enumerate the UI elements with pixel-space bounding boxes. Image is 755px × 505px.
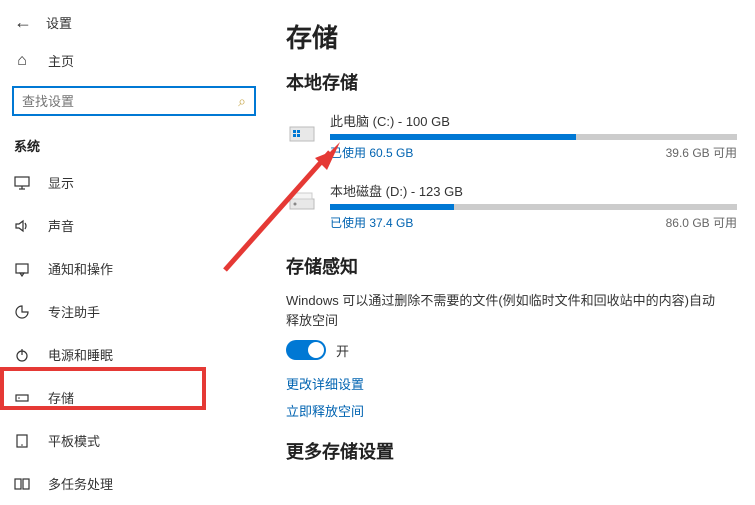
sidebar-item-label: 多任务处理 <box>48 474 113 493</box>
drive-usage-bar <box>330 134 737 140</box>
toggle-row: 开 <box>286 340 739 360</box>
storage-sense-toggle[interactable] <box>286 340 326 360</box>
main-panel: 存储 本地存储 此电脑 (C:) - 100 GB 已使用 60.5 GB 39.6… <box>268 0 755 500</box>
sidebar-item-notify[interactable]: 通知和操作 <box>0 247 268 290</box>
search-icon: ⌕ <box>238 93 254 110</box>
drive-body: 此电脑 (C:) - 100 GB 已使用 60.5 GB 39.6 GB 可用 <box>330 111 737 161</box>
storage-sense-desc: Windows 可以通过删除不需要的文件(例如临时文件和回收站中的内容)自动释放… <box>286 291 716 330</box>
link-change-settings[interactable]: 更改详细设置 <box>286 374 739 393</box>
drive-free-label: 86.0 GB 可用 <box>666 214 737 231</box>
sidebar-item-label: 专注助手 <box>48 302 100 321</box>
drive-footer: 已使用 37.4 GB 86.0 GB 可用 <box>330 214 737 231</box>
sidebar-item-display[interactable]: 显示 <box>0 161 268 204</box>
drive-used-label: 已使用 37.4 GB <box>330 214 413 231</box>
header-row: ← 设置 <box>0 8 268 41</box>
drive-free-label: 39.6 GB 可用 <box>666 144 737 161</box>
drive-used-label: 已使用 60.5 GB <box>330 144 413 161</box>
home-label: 主页 <box>48 51 74 70</box>
storage-icon <box>14 390 30 406</box>
drive-icon <box>286 183 318 215</box>
sidebar-item-focus[interactable]: 专注助手 <box>0 290 268 333</box>
sidebar-item-label: 电源和睡眠 <box>48 345 113 364</box>
focus-icon <box>14 304 30 320</box>
drive-row[interactable]: 本地磁盘 (D:) - 123 GB 已使用 37.4 GB 86.0 GB 可用 <box>286 177 739 239</box>
sidebar-item-label: 显示 <box>48 173 74 192</box>
sidebar-item-label: 存储 <box>48 388 74 407</box>
sidebar-item-label: 声音 <box>48 216 74 235</box>
drive-footer: 已使用 60.5 GB 39.6 GB 可用 <box>330 144 737 161</box>
back-arrow-icon[interactable]: ← <box>14 12 32 33</box>
settings-title: 设置 <box>46 13 72 32</box>
tablet-icon <box>14 433 30 449</box>
notify-icon <box>14 261 30 277</box>
search-input[interactable] <box>14 94 238 109</box>
link-free-space[interactable]: 立即释放空间 <box>286 401 739 420</box>
sidebar-item-power[interactable]: 电源和睡眠 <box>0 333 268 376</box>
sidebar-item-sound[interactable]: 声音 <box>0 204 268 247</box>
drive-row[interactable]: 此电脑 (C:) - 100 GB 已使用 60.5 GB 39.6 GB 可用 <box>286 107 739 169</box>
nav-list: 显示声音通知和操作专注助手电源和睡眠存储平板模式多任务处理 <box>0 161 268 505</box>
more-storage-title: 更多存储设置 <box>286 438 739 464</box>
home-icon: ⌂ <box>14 52 30 70</box>
multitask-icon <box>14 476 30 492</box>
toggle-label: 开 <box>336 341 349 360</box>
sound-icon <box>14 218 30 234</box>
local-storage-title: 本地存储 <box>286 69 739 95</box>
search-box[interactable]: ⌕ <box>12 86 256 116</box>
section-label: 系统 <box>0 128 268 161</box>
drive-usage-bar <box>330 204 737 210</box>
drive-name: 此电脑 (C:) - 100 GB <box>330 111 737 130</box>
drives-list: 此电脑 (C:) - 100 GB 已使用 60.5 GB 39.6 GB 可用本地… <box>286 107 739 239</box>
home-nav[interactable]: ⌂ 主页 <box>0 41 268 80</box>
sidebar-item-tablet[interactable]: 平板模式 <box>0 419 268 462</box>
drive-name: 本地磁盘 (D:) - 123 GB <box>330 181 737 200</box>
page-title: 存储 <box>286 18 739 55</box>
storage-sense-title: 存储感知 <box>286 253 739 279</box>
sidebar-item-multitask[interactable]: 多任务处理 <box>0 462 268 505</box>
sidebar-item-label: 平板模式 <box>48 431 100 450</box>
sidebar: ← 设置 ⌂ 主页 ⌕ 系统 显示声音通知和操作专注助手电源和睡眠存储平板模式多… <box>0 0 268 500</box>
sidebar-item-label: 通知和操作 <box>48 259 113 278</box>
display-icon <box>14 175 30 191</box>
drive-body: 本地磁盘 (D:) - 123 GB 已使用 37.4 GB 86.0 GB 可用 <box>330 181 737 231</box>
drive-icon <box>286 113 318 145</box>
power-icon <box>14 347 30 363</box>
sidebar-item-storage[interactable]: 存储 <box>0 376 268 419</box>
